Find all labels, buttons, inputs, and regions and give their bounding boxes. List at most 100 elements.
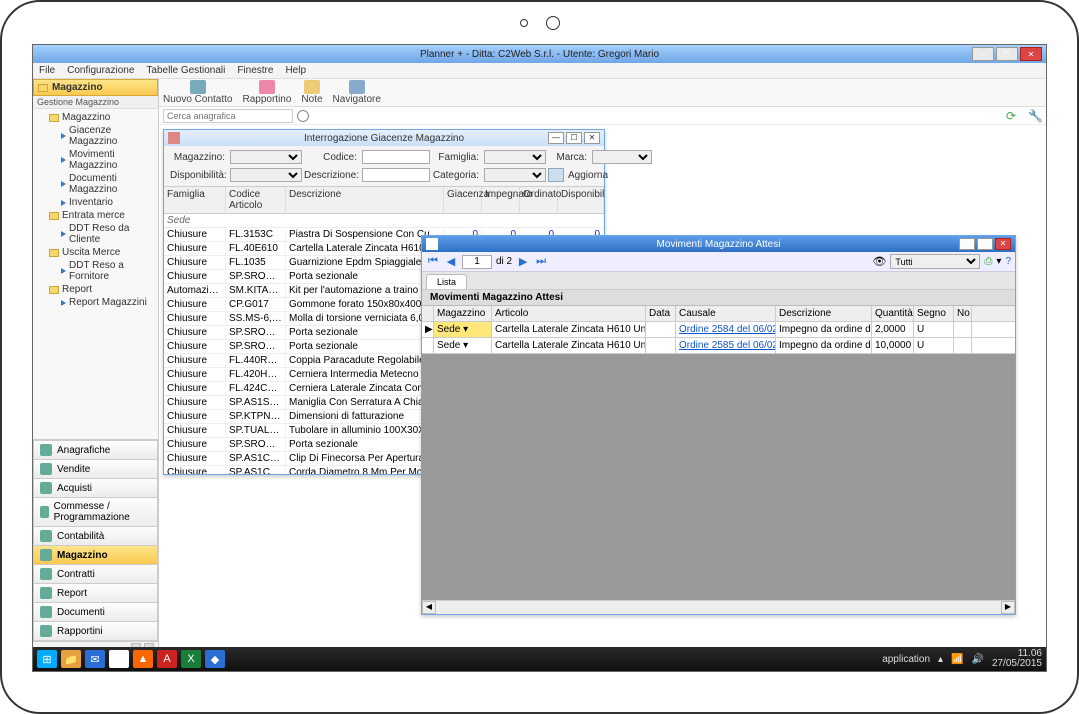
dialog-maximize-button[interactable]: ☐ xyxy=(977,238,993,250)
dialog-close-button[interactable]: ✕ xyxy=(995,238,1011,250)
menu-windows[interactable]: Finestre xyxy=(237,65,273,76)
module-button[interactable]: Vendite xyxy=(33,459,158,478)
scroll-right-icon[interactable]: ▶ xyxy=(1001,601,1015,614)
module-icon xyxy=(40,568,52,580)
tree-node[interactable]: Inventario xyxy=(35,196,156,209)
dialog-maximize-button[interactable]: ☐ xyxy=(566,132,582,144)
ribbon-rapportino[interactable]: Rapportino xyxy=(243,80,292,105)
tab-lista[interactable]: Lista xyxy=(426,274,467,289)
clock[interactable]: 11.06 27/05/2015 xyxy=(992,649,1042,669)
scroll-left-icon[interactable]: ◀ xyxy=(422,601,436,614)
module-button[interactable]: Anagrafiche xyxy=(33,440,158,459)
module-icon xyxy=(40,530,52,542)
menu-tables[interactable]: Tabelle Gestionali xyxy=(146,65,225,76)
tree-node[interactable]: Entrata merce xyxy=(35,209,156,222)
volume-icon[interactable]: 🔊 xyxy=(971,654,983,665)
taskbar-app-label[interactable]: application xyxy=(882,654,930,665)
ribbon-navigator[interactable]: Navigatore xyxy=(333,80,381,105)
module-button[interactable]: Documenti xyxy=(33,602,158,621)
gear-icon[interactable]: ▾ xyxy=(996,256,1001,267)
module-button[interactable]: Commesse / Programmazione xyxy=(33,497,158,526)
search-input[interactable] xyxy=(163,109,293,123)
nav-next-icon[interactable]: ▶ xyxy=(516,255,530,269)
start-button[interactable]: ⊞ xyxy=(37,650,57,668)
maximize-button[interactable]: ☐ xyxy=(996,47,1018,61)
nav-first-icon[interactable]: ⏮ xyxy=(426,255,440,269)
grid-header: Magazzino Articolo Data Causale Descrizi… xyxy=(422,306,1015,322)
select-magazzino[interactable] xyxy=(230,150,302,164)
export-icon[interactable]: ⎙ xyxy=(984,256,992,267)
module-button[interactable]: Acquisti xyxy=(33,478,158,497)
dialog-minimize-button[interactable]: — xyxy=(548,132,564,144)
folder-icon xyxy=(49,286,59,294)
menu-file[interactable]: File xyxy=(39,65,55,76)
app-icon[interactable]: ◆ xyxy=(205,650,225,668)
help-icon[interactable]: ? xyxy=(1005,256,1011,267)
label-marca: Marca: xyxy=(548,152,590,163)
tree-node[interactable]: Giacenze Magazzino xyxy=(35,124,156,148)
input-descrizione[interactable] xyxy=(362,168,430,182)
module-icon xyxy=(40,506,49,518)
group-header: Movimenti Magazzino Attesi xyxy=(422,290,1015,306)
dialog-close-button[interactable]: ✕ xyxy=(584,132,600,144)
chrome-icon[interactable]: ◉ xyxy=(109,650,129,668)
refresh-button-label[interactable]: Aggiorna xyxy=(568,170,608,181)
module-button[interactable]: Rapportini xyxy=(33,621,158,641)
tree-node[interactable]: Uscita Merce xyxy=(35,246,156,259)
minimize-button[interactable]: — xyxy=(972,47,994,61)
tree-node[interactable]: DDT Reso da Cliente xyxy=(35,222,156,246)
pdf-icon[interactable]: A xyxy=(157,650,177,668)
ribbon-new-contact[interactable]: Nuovo Contatto xyxy=(163,80,233,105)
folder-icon xyxy=(49,212,59,220)
refresh-icon[interactable]: ⟳ xyxy=(1004,109,1018,123)
select-categoria[interactable] xyxy=(484,168,546,182)
tray-icon[interactable]: ▴ xyxy=(938,654,943,665)
arrow-icon xyxy=(61,133,66,139)
dialog-icon xyxy=(168,132,180,144)
ribbon: Nuovo Contatto Rapportino Note Navigator… xyxy=(159,79,1046,107)
tree-node[interactable]: Movimenti Magazzino xyxy=(35,148,156,172)
nav-prev-icon[interactable]: ◀ xyxy=(444,255,458,269)
table-row[interactable]: Sede ▾Cartella Laterale Zincata H610 Uni… xyxy=(422,338,1015,354)
input-codice[interactable] xyxy=(362,150,430,164)
network-icon[interactable]: 📶 xyxy=(951,654,963,665)
tree-node[interactable]: Documenti Magazzino xyxy=(35,172,156,196)
dialog-minimize-button[interactable]: — xyxy=(959,238,975,250)
tree-node[interactable]: Report Magazzini xyxy=(35,296,156,309)
grid-body[interactable]: ▶Sede ▾Cartella Laterale Zincata H610 Un… xyxy=(422,322,1015,600)
vlc-icon[interactable]: ▲ xyxy=(133,650,153,668)
navigator-icon xyxy=(349,80,365,94)
mail-icon[interactable]: ✉ xyxy=(85,650,105,668)
explorer-icon[interactable]: 📁 xyxy=(61,650,81,668)
taskbar: ⊞ 📁 ✉ ◉ ▲ A X ◆ application ▴ 📶 🔊 11.06 … xyxy=(33,647,1046,671)
grid-group-row[interactable]: Sede xyxy=(164,214,604,228)
filter-icon[interactable]: 👁 xyxy=(872,255,886,268)
report-icon xyxy=(259,80,275,94)
menu-config[interactable]: Configurazione xyxy=(67,65,134,76)
excel-icon[interactable]: X xyxy=(181,650,201,668)
module-button[interactable]: Report xyxy=(33,583,158,602)
tree-node[interactable]: DDT Reso a Fornitore xyxy=(35,259,156,283)
module-button[interactable]: Magazzino xyxy=(33,545,158,564)
close-button[interactable]: ✕ xyxy=(1020,47,1042,61)
nav-last-icon[interactable]: ⏭ xyxy=(534,255,548,269)
ribbon-note[interactable]: Note xyxy=(301,80,322,105)
module-icon xyxy=(40,606,52,618)
filter-select[interactable]: Tutti xyxy=(890,254,980,269)
select-marca[interactable] xyxy=(592,150,652,164)
page-input[interactable] xyxy=(462,255,492,269)
tree-node[interactable]: Magazzino xyxy=(35,111,156,124)
select-famiglia[interactable] xyxy=(484,150,546,164)
arrow-icon xyxy=(61,268,66,274)
refresh-button-icon[interactable] xyxy=(548,168,564,182)
settings-icon[interactable]: 🔧 xyxy=(1028,109,1042,123)
module-button[interactable]: Contabilità xyxy=(33,526,158,545)
select-disponibilita[interactable] xyxy=(230,168,302,182)
order-link[interactable]: Ordine 2585 del 06/02/2015 xyxy=(676,338,776,353)
order-link[interactable]: Ordine 2584 del 06/02/2015 xyxy=(676,322,776,337)
menu-help[interactable]: Help xyxy=(285,65,306,76)
module-button[interactable]: Contratti xyxy=(33,564,158,583)
tree-node[interactable]: Report xyxy=(35,283,156,296)
table-row[interactable]: ▶Sede ▾Cartella Laterale Zincata H610 Un… xyxy=(422,322,1015,338)
search-icon[interactable] xyxy=(297,110,309,122)
